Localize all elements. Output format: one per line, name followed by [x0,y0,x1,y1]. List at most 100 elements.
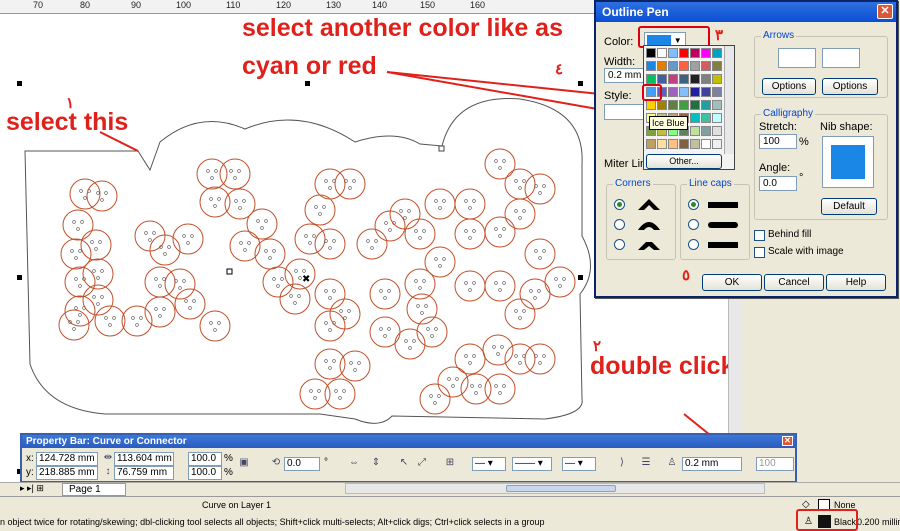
color-swatch-option[interactable] [646,48,656,58]
palette-scrollbar[interactable] [724,46,734,154]
extend-icon[interactable]: ⤢ [414,457,430,471]
options-right-button[interactable]: Options [822,78,878,95]
end-arrow-combo[interactable] [822,48,860,68]
color-swatch-option[interactable] [690,48,700,58]
color-swatch-option[interactable] [668,48,678,58]
color-swatch-option[interactable] [690,61,700,71]
close-curve-icon[interactable]: ⟩ [614,457,630,471]
color-swatch-option[interactable] [690,139,700,149]
color-swatch-option[interactable] [657,48,667,58]
nib-shape-preview[interactable] [822,136,874,188]
color-swatch-option[interactable] [679,87,689,97]
behind-fill-checkbox[interactable] [754,230,765,241]
x-position-field[interactable]: 124.728 mm [36,452,98,466]
color-swatch-option[interactable] [646,74,656,84]
color-swatch-option[interactable] [712,48,722,58]
property-bar-close-icon[interactable]: ✕ [782,436,793,446]
color-swatch-option[interactable] [712,126,722,136]
close-icon[interactable]: ✕ [877,4,893,19]
outline-width-select[interactable]: 0.2 mm [682,457,742,471]
color-swatch-option[interactable] [668,61,678,71]
color-swatch-option[interactable] [668,74,678,84]
horizontal-scroll-thumb[interactable] [506,485,616,492]
color-swatch-option[interactable] [646,100,656,110]
corner-miter-radio[interactable] [614,199,625,210]
cancel-button[interactable]: Cancel [764,274,824,291]
other-colors-button[interactable]: Other... [646,154,722,169]
wrap-text-icon[interactable]: ☰ [638,457,654,471]
horizontal-scrollbar[interactable] [345,483,765,494]
page-tab[interactable]: Page 1 [62,483,126,496]
color-swatch-option[interactable] [701,74,711,84]
color-swatch-option[interactable] [690,126,700,136]
scale-x-field[interactable]: 100.0 [188,452,222,466]
color-swatch-option[interactable] [679,74,689,84]
object-width-field[interactable]: 113.604 mm [114,452,174,466]
object-height-field[interactable]: 76.759 mm [114,466,174,480]
color-swatch-option[interactable] [657,100,667,110]
color-palette-dropdown[interactable]: Other... [643,45,735,170]
color-swatch-option[interactable] [701,139,711,149]
color-swatch-option[interactable] [668,87,678,97]
color-swatch-option[interactable] [701,113,711,123]
color-swatch-option[interactable] [668,139,678,149]
artwork-dot [324,321,328,325]
angle-field[interactable]: 0.0 [759,176,797,191]
color-swatch-option[interactable] [679,139,689,149]
mirror-horizontal-icon[interactable]: ⇔ [346,457,362,471]
ok-button[interactable]: OK [702,274,762,291]
color-swatch-option[interactable] [712,139,722,149]
cap-butt-radio[interactable] [688,199,699,210]
corner-bevel-radio[interactable] [614,239,625,250]
wrap-icon[interactable]: ⊞ [442,457,458,471]
color-swatch-option[interactable] [657,61,667,71]
scale-y-field[interactable]: 100.0 [188,466,222,480]
color-swatch-option[interactable] [701,126,711,136]
artwork-circle [262,266,294,298]
color-swatch-option[interactable] [712,74,722,84]
help-button[interactable]: Help [826,274,886,291]
mirror-vertical-icon[interactable]: ⇕ [368,457,384,471]
line-style-select[interactable]: —— ▾ [512,457,552,471]
color-swatch-option[interactable] [690,100,700,110]
default-button[interactable]: Default [821,198,877,215]
start-arrow-select[interactable]: — ▾ [472,457,506,471]
color-swatch-option[interactable] [679,100,689,110]
color-swatch-option[interactable] [668,100,678,110]
scale-image-checkbox[interactable] [754,247,765,258]
color-swatch-option[interactable] [701,61,711,71]
width-field[interactable]: 0.2 mm [604,68,644,83]
color-swatch-option[interactable] [690,74,700,84]
stretch-field[interactable]: 100 [759,134,797,149]
smoothness-field[interactable]: 100 [756,457,794,471]
cap-square-radio[interactable] [688,239,699,250]
style-combo[interactable] [604,104,644,120]
nodes-icon[interactable]: ↖ [396,457,412,471]
color-swatch-option[interactable] [657,74,667,84]
lock-ratio-icon[interactable]: ▣ [236,457,252,471]
rotation-field[interactable]: 0.0 [284,457,320,471]
y-position-field[interactable]: 218.885 mm [36,466,98,480]
property-bar-title[interactable]: Property Bar: Curve or Connector ✕ [22,435,795,448]
end-arrow-select[interactable]: — ▾ [562,457,596,471]
color-swatch-option[interactable] [690,113,700,123]
color-swatch-option[interactable] [679,61,689,71]
color-swatch-option[interactable] [701,87,711,97]
color-swatch-option[interactable] [657,139,667,149]
start-arrow-combo[interactable] [778,48,816,68]
color-swatch-option[interactable] [690,87,700,97]
color-swatch-option[interactable] [701,100,711,110]
color-swatch-option[interactable] [712,87,722,97]
options-left-button[interactable]: Options [762,78,816,95]
color-swatch-option[interactable] [712,113,722,123]
color-swatch-option[interactable] [712,61,722,71]
page-nav-arrows[interactable]: ▸ ▸| ⊞ [20,483,44,494]
cap-round-radio[interactable] [688,219,699,230]
dialog-titlebar[interactable]: Outline Pen ✕ [596,2,896,22]
corner-round-radio[interactable] [614,219,625,230]
color-swatch-option[interactable] [646,139,656,149]
color-swatch-option[interactable] [679,48,689,58]
color-swatch-option[interactable] [646,61,656,71]
color-swatch-option[interactable] [712,100,722,110]
color-swatch-option[interactable] [701,48,711,58]
